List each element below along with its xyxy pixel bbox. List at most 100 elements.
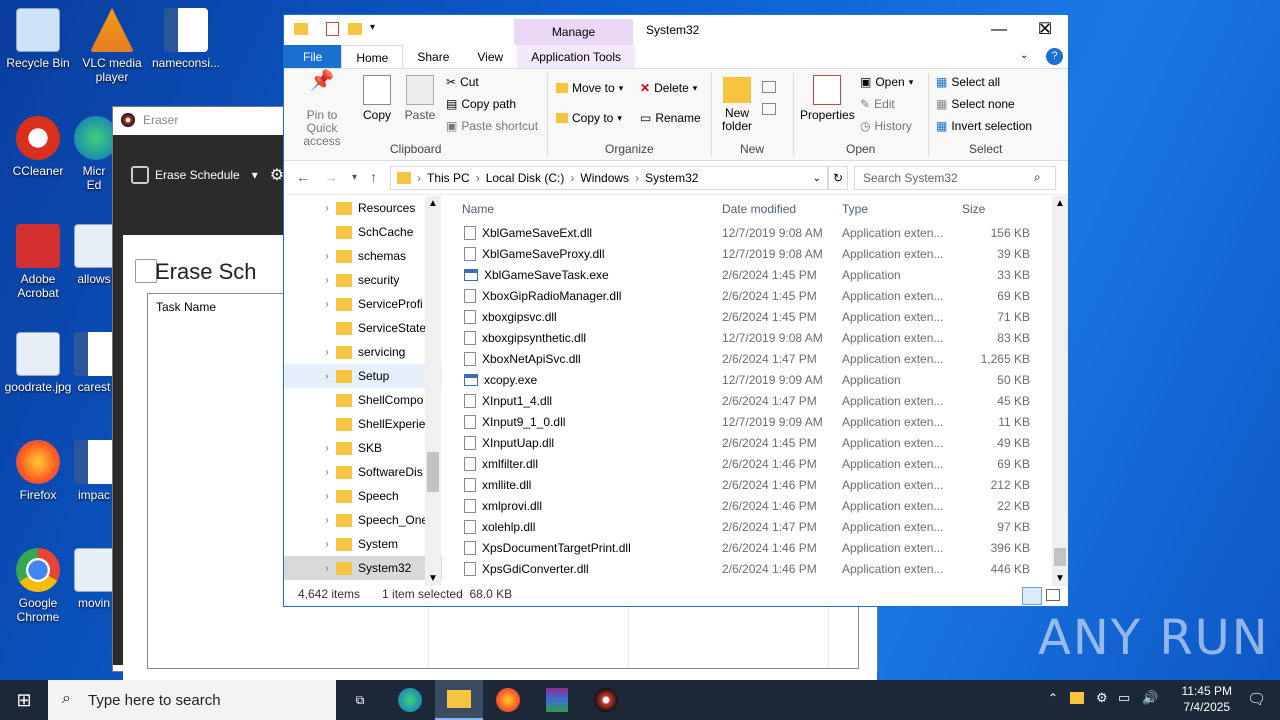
clock[interactable]: 11:45 PM 7/4/2025 <box>1182 683 1232 715</box>
up-icon[interactable]: ↑ <box>370 169 377 185</box>
table-row[interactable]: XInputUap.dll 2/6/2024 1:45 PM Application… <box>456 432 1050 453</box>
open-button[interactable]: ▣ Open ▾ <box>860 75 913 89</box>
network-folder-icon[interactable] <box>1070 692 1084 704</box>
table-row[interactable]: XblGameSaveTask.exe 2/6/2024 1:45 PM Appli… <box>456 264 1050 285</box>
chevron-right-icon[interactable]: › <box>318 539 336 550</box>
start-button[interactable]: ⊞ <box>0 680 48 720</box>
gear-icon[interactable]: ⚙ <box>270 165 284 185</box>
breadcrumb-system32[interactable]: System32 <box>645 171 698 185</box>
column-name[interactable]: Name <box>462 202 494 216</box>
file-list-scrollbar[interactable]: ▲ ▼ <box>1052 196 1068 586</box>
table-row[interactable]: xboxgipsynthetic.dll 12/7/2019 9:08 AM App… <box>456 327 1050 348</box>
properties-button[interactable]: Properties <box>800 75 855 122</box>
tree-item[interactable]: › ServiceProfi <box>284 292 442 316</box>
rename-button[interactable]: ▭ Rename <box>640 111 701 125</box>
taskbar-firefox[interactable] <box>484 680 532 720</box>
table-row[interactable]: xmlprovi.dll 2/6/2024 1:46 PM Application … <box>456 495 1050 516</box>
taskbar-winrar[interactable] <box>533 680 581 720</box>
paste-shortcut-button[interactable]: ▣ Paste shortcut <box>446 119 538 133</box>
search-icon[interactable]: ⌕ <box>1034 170 1041 185</box>
chevron-right-icon[interactable]: › <box>318 515 336 526</box>
chevron-right-icon[interactable]: › <box>318 371 336 382</box>
chevron-down-icon[interactable]: ▾ <box>370 22 375 33</box>
tab-application-tools[interactable]: Application Tools <box>517 45 636 68</box>
cut-button[interactable]: ✂ Cut <box>446 75 479 89</box>
address-bar[interactable]: › This PC › Local Disk (C:) › Windows › … <box>390 166 828 190</box>
column-task-name[interactable]: Task Name <box>156 300 216 314</box>
tab-home[interactable]: Home <box>341 45 404 68</box>
tab-view[interactable]: View <box>463 45 517 68</box>
select-all-button[interactable]: ▦ Select all <box>936 75 1000 89</box>
chevron-right-icon[interactable]: › <box>318 275 336 286</box>
task-view-button[interactable]: ⧉ <box>336 680 384 720</box>
desktop-icon-nameconsi[interactable]: nameconsi... <box>148 8 224 70</box>
taskbar-search[interactable]: ⌕ Type here to search <box>48 680 336 720</box>
taskbar-eraser[interactable] <box>582 680 630 720</box>
chevron-right-icon[interactable]: › <box>318 491 336 502</box>
column-date-modified[interactable]: Date modified <box>722 202 796 216</box>
manage-tab[interactable]: Manage <box>514 19 633 45</box>
desktop-icon-ccleaner[interactable]: CCleaner <box>0 116 76 178</box>
move-to-button[interactable]: Move to ▾ <box>556 81 623 95</box>
navigation-pane[interactable]: › Resources SchCache › schemas › security ›… <box>284 196 442 588</box>
paste-button[interactable]: Paste <box>402 75 438 122</box>
chevron-right-icon[interactable]: › <box>318 203 336 214</box>
close-icon[interactable]: ✕ <box>1022 15 1068 45</box>
forward-icon[interactable]: → <box>324 169 338 185</box>
copy-to-button[interactable]: Copy to ▾ <box>556 111 622 125</box>
pin-quick-access-button[interactable]: 📌 Pin to Quick access <box>290 71 354 148</box>
desktop-icon-carest[interactable]: carest <box>74 332 114 394</box>
desktop-icon-firefox[interactable]: Firefox <box>0 440 76 502</box>
scroll-up-icon[interactable]: ▲ <box>428 198 438 209</box>
tree-item[interactable]: › schemas <box>284 244 442 268</box>
tree-scrollbar[interactable]: ▲ ▼ <box>425 196 441 586</box>
scroll-down-icon[interactable]: ▼ <box>1055 573 1065 584</box>
easy-access-icon[interactable] <box>762 103 776 115</box>
taskbar-file-explorer[interactable] <box>435 680 483 720</box>
desktop-icon-allows[interactable]: allows <box>74 224 114 286</box>
chevron-right-icon[interactable]: › <box>318 299 336 310</box>
chevron-right-icon[interactable]: › <box>318 347 336 358</box>
table-row[interactable]: xmlfilter.dll 2/6/2024 1:46 PM Application… <box>456 453 1050 474</box>
file-list[interactable]: ⌃ Name Date modified Type Size XblGameSa… <box>456 196 1050 588</box>
help-icon[interactable]: ? <box>1046 48 1063 65</box>
select-none-button[interactable]: ▦ Select none <box>936 97 1015 111</box>
table-row[interactable]: XboxGipRadioManager.dll 2/6/2024 1:45 PM A… <box>456 285 1050 306</box>
scroll-down-icon[interactable]: ▼ <box>428 573 438 584</box>
new-folder-button[interactable]: New folder <box>718 75 756 133</box>
tab-share[interactable]: Share <box>403 45 463 68</box>
tree-item[interactable]: › SKB <box>284 436 442 460</box>
desktop-icon-chrome[interactable]: Google Chrome <box>0 548 76 624</box>
table-row[interactable]: XblGameSaveProxy.dll 12/7/2019 9:08 AM App… <box>456 243 1050 264</box>
breadcrumb-local-disk[interactable]: Local Disk (C:) <box>486 171 565 185</box>
tree-item[interactable]: › Speech_One <box>284 508 442 532</box>
minimize-icon[interactable]: — <box>976 15 1022 45</box>
tree-item-selected[interactable]: › System32 <box>284 556 442 580</box>
desktop-icon-edge[interactable]: Micr Ed <box>74 116 114 192</box>
desktop-icon-movin[interactable]: movin <box>74 548 114 610</box>
back-icon[interactable]: ← <box>296 169 310 185</box>
desktop-icon-recycle-bin[interactable]: Recycle Bin <box>0 8 76 70</box>
desktop-icon-impac[interactable]: impac <box>74 440 114 502</box>
chevron-right-icon[interactable]: › <box>318 467 336 478</box>
tree-item[interactable]: › Speech <box>284 484 442 508</box>
erase-schedule-button[interactable]: Erase Schedule ▾ ⚙ <box>131 165 284 185</box>
details-view-icon[interactable] <box>1022 587 1042 605</box>
tree-item[interactable]: SchCache <box>284 220 442 244</box>
volume-icon[interactable]: 🔊 <box>1142 690 1158 706</box>
delete-button[interactable]: ✕ Delete ▾ <box>640 81 697 95</box>
new-item-icon[interactable] <box>762 81 776 93</box>
tree-item[interactable]: ShellExperie <box>284 412 442 436</box>
notifications-icon[interactable]: 🗨 <box>1247 690 1266 708</box>
table-row[interactable]: XpsGdiConverter.dll 2/6/2024 1:46 PM Appli… <box>456 558 1050 579</box>
tab-file[interactable]: File <box>284 45 342 68</box>
table-row[interactable]: XboxNetApiSvc.dll 2/6/2024 1:47 PM Applica… <box>456 348 1050 369</box>
invert-selection-button[interactable]: ▦ Invert selection <box>936 119 1032 133</box>
tree-item[interactable]: › SoftwareDis <box>284 460 442 484</box>
table-row[interactable]: XInput9_1_0.dll 12/7/2019 9:09 AM Applicat… <box>456 411 1050 432</box>
expand-ribbon-icon[interactable]: ⌄ <box>1020 50 1028 61</box>
address-dropdown-icon[interactable]: ⌄ <box>813 173 821 184</box>
network-icon[interactable]: ▭ <box>1118 690 1130 706</box>
table-row[interactable]: XInput1_4.dll 2/6/2024 1:47 PM Application… <box>456 390 1050 411</box>
taskbar-edge[interactable] <box>386 680 434 720</box>
